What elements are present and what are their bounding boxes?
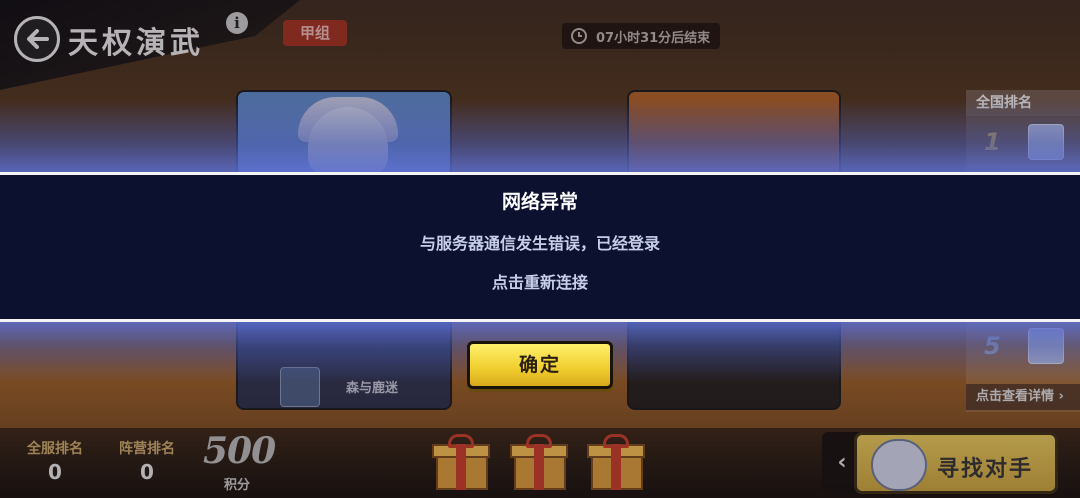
network-error-dialog: 网络异常 与服务器通信发生错误，已经登录 点击重新连接 xyxy=(0,172,1080,322)
dialog-glow-top xyxy=(0,100,1080,172)
dialog-title: 网络异常 xyxy=(501,191,578,213)
reconnect-link[interactable]: 点击重新连接 xyxy=(0,269,1080,293)
dialog-message: 与服务器通信发生错误，已经登录 xyxy=(419,234,660,253)
confirm-button[interactable]: 确定 xyxy=(467,341,613,389)
